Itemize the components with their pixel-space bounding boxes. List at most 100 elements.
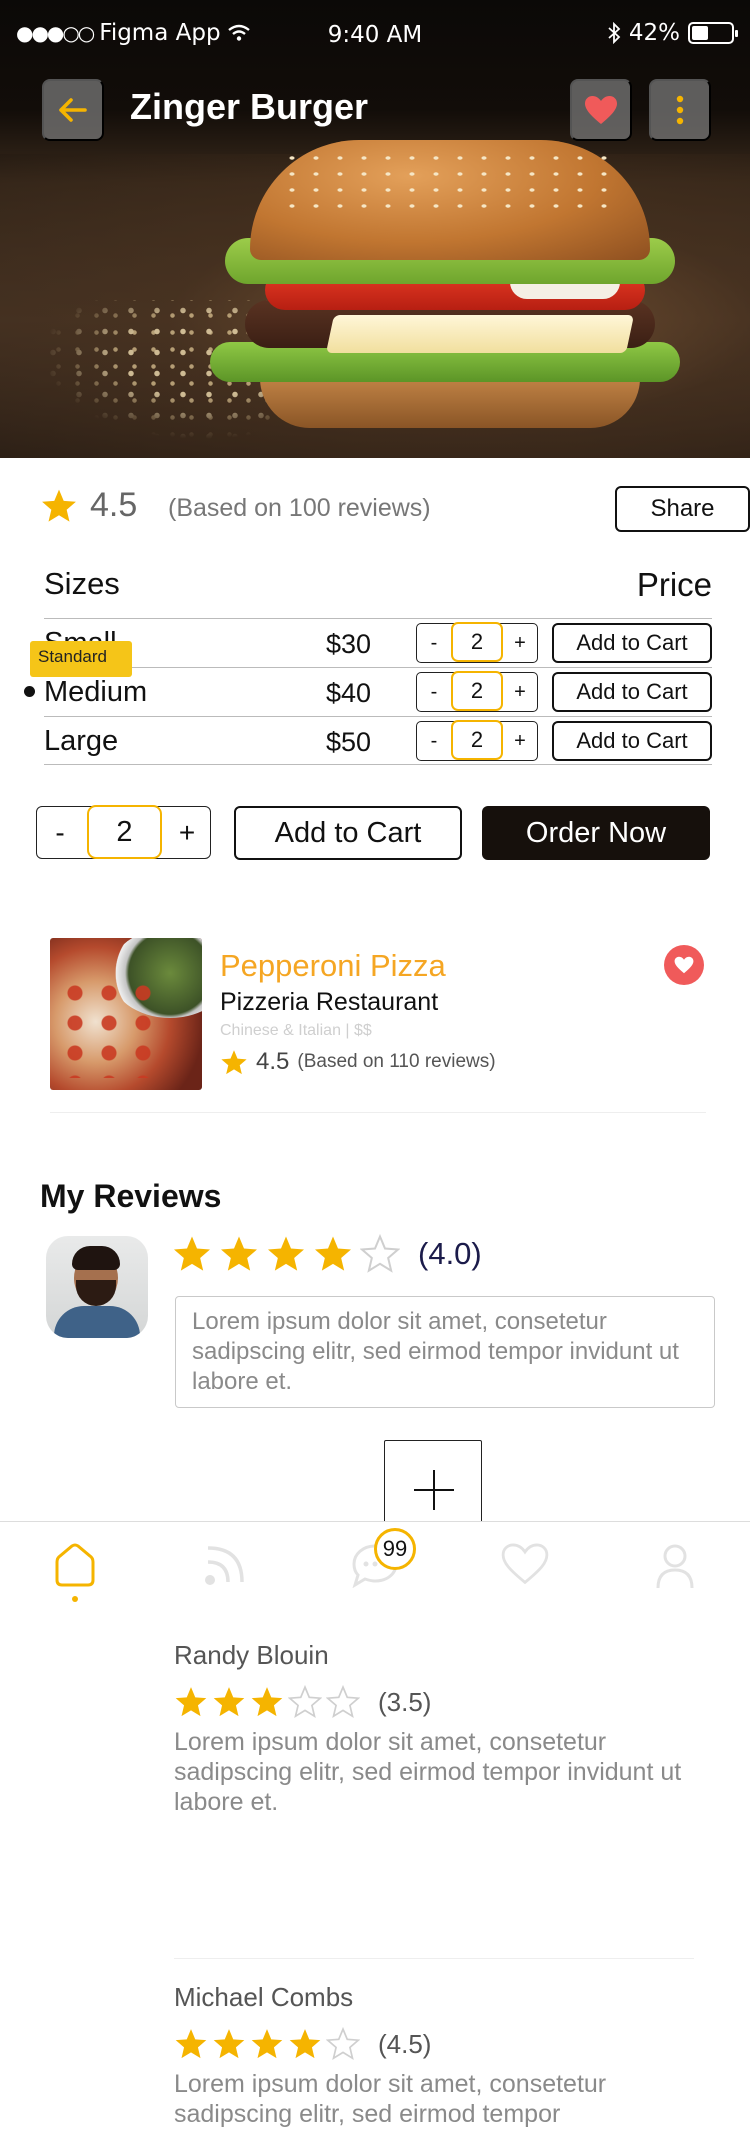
rating-review-count: (Based on 110 reviews) [297,1051,496,1072]
quantity-value[interactable]: 2 [451,622,503,662]
add-to-cart-button[interactable]: Add to Cart [234,806,462,860]
decrement-button[interactable]: - [37,807,83,858]
star-filled-icon[interactable] [219,1234,259,1274]
active-tab-indicator [72,1596,78,1602]
star-filled-icon[interactable] [266,1234,306,1274]
my-rating-score: (4.0) [418,1236,482,1271]
rating-value: 4.5 [90,486,138,524]
page-title: Zinger Burger [130,86,369,127]
heart-icon [585,96,617,124]
my-reviews-heading: My Reviews [40,1178,222,1214]
more-options-button[interactable] [649,79,711,141]
messages-badge: 99 [374,1528,416,1570]
add-to-cart-button[interactable]: Add to Cart [552,623,712,663]
favorite-button[interactable] [664,945,704,985]
review-text: Lorem ipsum dolor sit amet, consetetur s… [174,2070,607,2128]
size-row-small[interactable]: Small $30 - 2 + Add to Cart [44,618,712,667]
star-filled-icon [251,1687,283,1717]
quantity-value[interactable]: 2 [451,720,503,760]
quantity-value[interactable]: 2 [451,671,503,711]
review-item: Randy Blouin (3.5) Lorem ipsum dolor sit… [174,1640,714,1817]
cuisine-info: Chinese & Italian | $$ [220,1022,372,1039]
rss-icon [205,1546,244,1585]
burger-illustration [210,120,690,440]
increment-button[interactable]: + [503,722,537,760]
star-filled-icon [251,2029,283,2059]
restaurant-card[interactable]: Pepperoni Pizza Pizzeria Restaurant Chin… [50,938,706,1113]
battery-percent: 42% [628,20,680,46]
size-price: $40 [326,678,372,708]
hero-image: ●●●○○ Figma App 9:40 AM 42% Zinger Burge… [0,0,750,458]
star-filled-icon[interactable] [172,1234,212,1274]
decrement-button[interactable]: - [417,624,451,662]
tab-feed[interactable] [195,1542,255,1602]
favorite-button[interactable] [570,79,632,141]
star-empty-icon [288,1685,322,1718]
kebab-menu-icon [676,95,684,125]
battery-icon [688,22,738,44]
size-name: Medium [44,676,148,708]
review-divider [174,1958,694,1959]
star-filled-icon[interactable] [313,1234,353,1274]
quantity-stepper: - 2 + [416,622,538,663]
star-filled-icon [289,2029,321,2059]
avatar-hair [72,1246,120,1270]
increment-button[interactable]: + [503,673,537,711]
share-button[interactable]: Share [615,486,750,532]
quantity-stepper: - 2 + [416,671,538,712]
review-text-field[interactable]: Lorem ipsum dolor sit amet, consetetur s… [175,1296,715,1408]
star-filled-icon [213,1687,245,1717]
cheese [325,315,635,353]
tab-profile[interactable] [645,1542,705,1602]
status-bar: ●●●○○ Figma App 9:40 AM 42% [0,0,750,70]
size-row-large[interactable]: Large $50 - 2 + Add to Cart [44,716,712,765]
size-price: $50 [326,727,372,757]
size-name: Large [44,725,119,757]
pizza-thumbnail [50,938,202,1090]
user-icon [656,1544,694,1589]
decrement-button[interactable]: - [417,722,451,760]
restaurant-name: Pizzeria Restaurant [220,988,439,1016]
star-icon [42,489,76,522]
standard-size-tag: Standard [30,641,132,677]
star-empty-icon [326,2027,360,2060]
restaurant-rating: 4.5 (Based on 110 reviews) [220,1048,496,1076]
add-to-cart-button[interactable]: Add to Cart [552,721,712,761]
review-stars: (4.5) [174,2027,714,2061]
rating-review-count: (Based on 100 reviews) [168,494,431,522]
star-filled-icon [213,2029,245,2059]
avatar-beard [76,1280,116,1306]
reviewer-name: Randy Blouin [174,1640,329,1670]
tab-home[interactable] [45,1542,105,1602]
heart-icon [674,956,694,974]
increment-button[interactable]: + [503,624,537,662]
size-row-medium[interactable]: Medium $40 - 2 + Add to Cart [44,667,712,716]
review-stars: (3.5) [174,1685,714,1719]
add-to-cart-button[interactable]: Add to Cart [552,672,712,712]
star-group [174,2027,360,2061]
quantity-value[interactable]: 2 [87,805,162,859]
avatar [46,1236,148,1338]
review-text: Lorem ipsum dolor sit amet, consetetur s… [174,1728,682,1816]
order-now-button[interactable]: Order Now [482,806,710,860]
device-status: 42% [607,20,738,46]
review-score: (4.5) [378,2028,432,2059]
decrement-button[interactable]: - [417,673,451,711]
star-icon [221,1049,247,1074]
selected-size-indicator [24,686,35,697]
review-score: (3.5) [378,1686,432,1717]
star-filled-icon [175,2029,207,2059]
star-empty-icon[interactable] [360,1234,400,1274]
quantity-stepper: - 2 + [416,720,538,761]
reviewer-name: Michael Combs [174,1982,354,2012]
my-rating-stars[interactable] [172,1234,400,1274]
increment-button[interactable]: + [164,807,210,858]
bluetooth-icon [608,22,621,44]
review-item: Michael Combs (4.5) Lorem ipsum dolor si… [174,1982,714,2129]
bottom-tab-bar [0,1521,750,1621]
tab-favorites[interactable] [495,1542,555,1602]
dish-name: Pepperoni Pizza [220,948,446,983]
price-heading: Price [636,566,712,603]
home-icon [55,1543,95,1587]
back-button[interactable] [42,79,104,141]
